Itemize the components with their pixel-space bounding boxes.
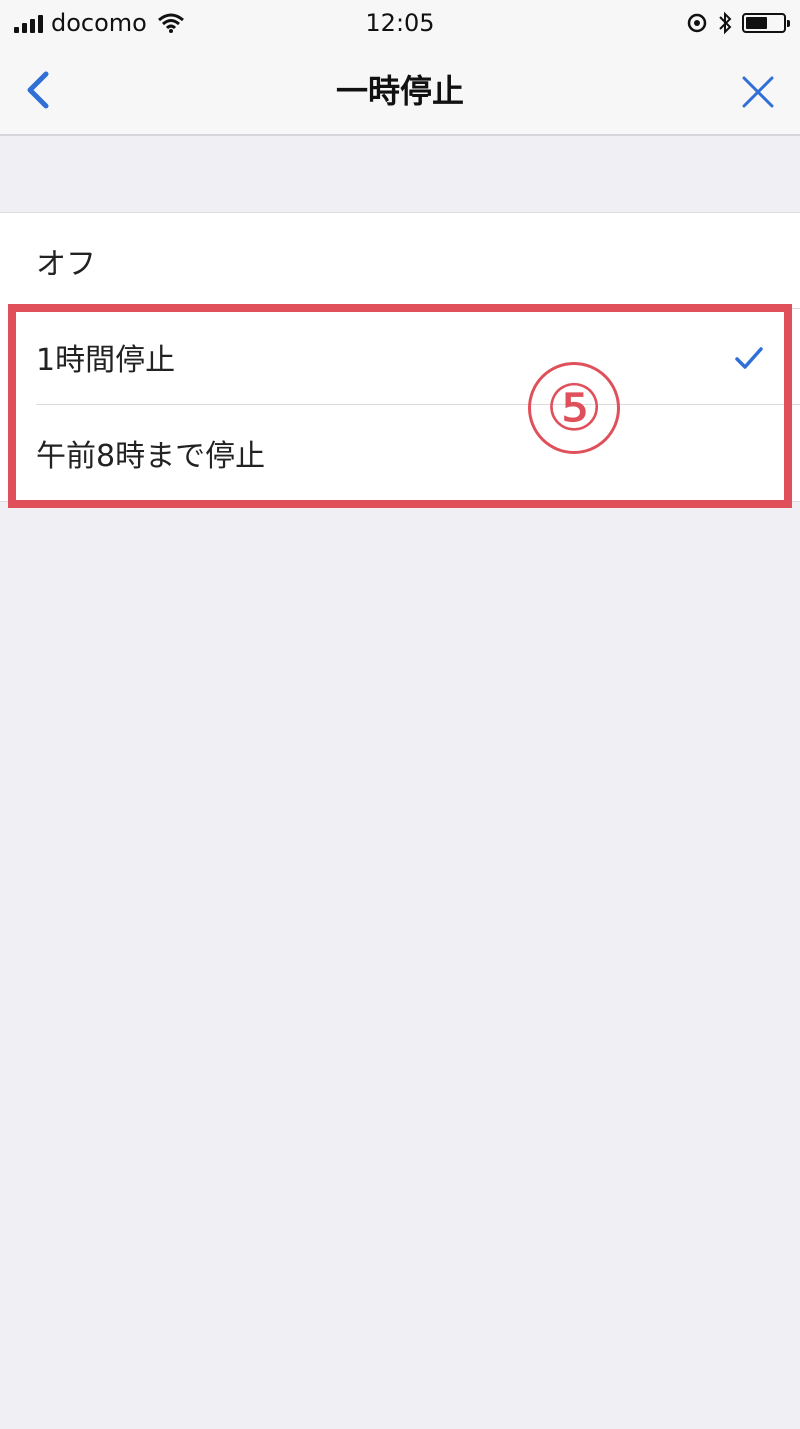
status-right bbox=[686, 8, 790, 38]
option-label: 1時間停止 bbox=[36, 343, 176, 378]
checkmark-icon bbox=[735, 347, 763, 369]
annotation-step-number: ⑤ bbox=[528, 362, 620, 454]
option-pause-until-8am[interactable]: 午前8時まで停止 bbox=[0, 405, 800, 501]
option-label: オフ bbox=[36, 247, 96, 282]
option-label: 午前8時まで停止 bbox=[36, 439, 266, 474]
location-icon bbox=[687, 13, 707, 33]
status-time: 12:05 bbox=[365, 9, 435, 37]
options-list: オフ 1時間停止 午前8時まで停止 bbox=[0, 212, 800, 502]
option-off[interactable]: オフ bbox=[0, 213, 800, 309]
option-pause-1-hour[interactable]: 1時間停止 bbox=[0, 309, 800, 405]
nav-bar: 一時停止 bbox=[0, 48, 800, 136]
status-bar: docomo 12:05 bbox=[0, 0, 800, 48]
page-title: 一時停止 bbox=[335, 72, 464, 110]
close-icon[interactable] bbox=[738, 72, 778, 112]
bluetooth-icon bbox=[719, 11, 732, 35]
battery-icon bbox=[742, 13, 790, 33]
